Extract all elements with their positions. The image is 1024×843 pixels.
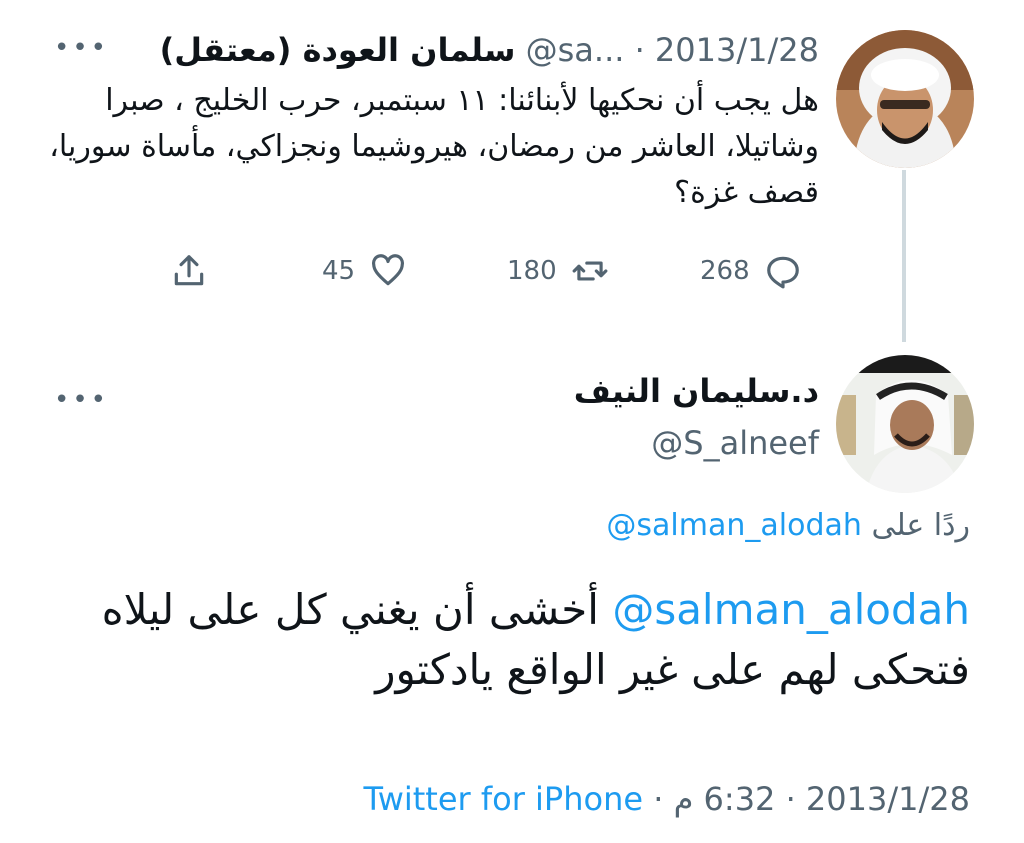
tweet-time[interactable]: 6:32 م	[674, 780, 776, 818]
tweet-date[interactable]: 2013/1/28	[806, 780, 970, 818]
reply-icon	[766, 256, 799, 289]
separator: ·	[653, 780, 664, 818]
reply-button[interactable]: 268	[700, 248, 802, 294]
retweet-icon	[572, 261, 608, 281]
replying-to-link[interactable]: @salman_alodah	[606, 508, 861, 543]
reply-author-handle[interactable]: @S_alneef	[651, 424, 819, 462]
heart-icon	[372, 254, 405, 286]
reply-avatar[interactable]	[836, 355, 974, 493]
tweet-footer: Twitter for iPhone · 6:32 م · 2013/1/28	[363, 780, 970, 818]
parent-date[interactable]: 2013/1/28	[655, 31, 819, 69]
replying-to-label: ردًا على	[871, 508, 970, 543]
source-link[interactable]: Twitter for iPhone	[363, 780, 643, 818]
reply-author-name[interactable]: د.سليمان النيف	[574, 372, 819, 410]
separator: ·	[634, 31, 645, 69]
parent-handle[interactable]: @sa...	[526, 31, 625, 69]
replies-count: 268	[700, 256, 750, 286]
replying-to: ردًا على @salman_alodah	[606, 508, 970, 543]
thread-line	[902, 170, 906, 342]
share-icon	[174, 255, 204, 286]
retweet-button[interactable]: 180	[507, 248, 609, 294]
parent-tweet-header: سلمان العودة (معتقل) @sa... · 2013/1/28	[49, 28, 819, 72]
separator: ·	[785, 780, 796, 818]
mention-link[interactable]: @salman_alodah	[612, 585, 970, 634]
share-button[interactable]	[170, 248, 208, 294]
parent-author-name[interactable]: سلمان العودة (معتقل)	[160, 31, 516, 69]
reply-tweet-text: @salman_alodah أخشى أن يغني كل على ليلاه…	[90, 580, 970, 700]
retweets-count: 180	[507, 256, 557, 286]
parent-tweet-text: هل يجب أن نحكيها لأبنائنا: ١١ سبتمبر، حر…	[49, 83, 819, 210]
reply-more-icon[interactable]: •••	[54, 387, 109, 413]
parent-avatar[interactable]	[836, 30, 974, 168]
parent-action-bar: 45 180 268	[170, 248, 830, 294]
like-button[interactable]: 45	[322, 248, 407, 294]
likes-count: 45	[322, 256, 356, 286]
